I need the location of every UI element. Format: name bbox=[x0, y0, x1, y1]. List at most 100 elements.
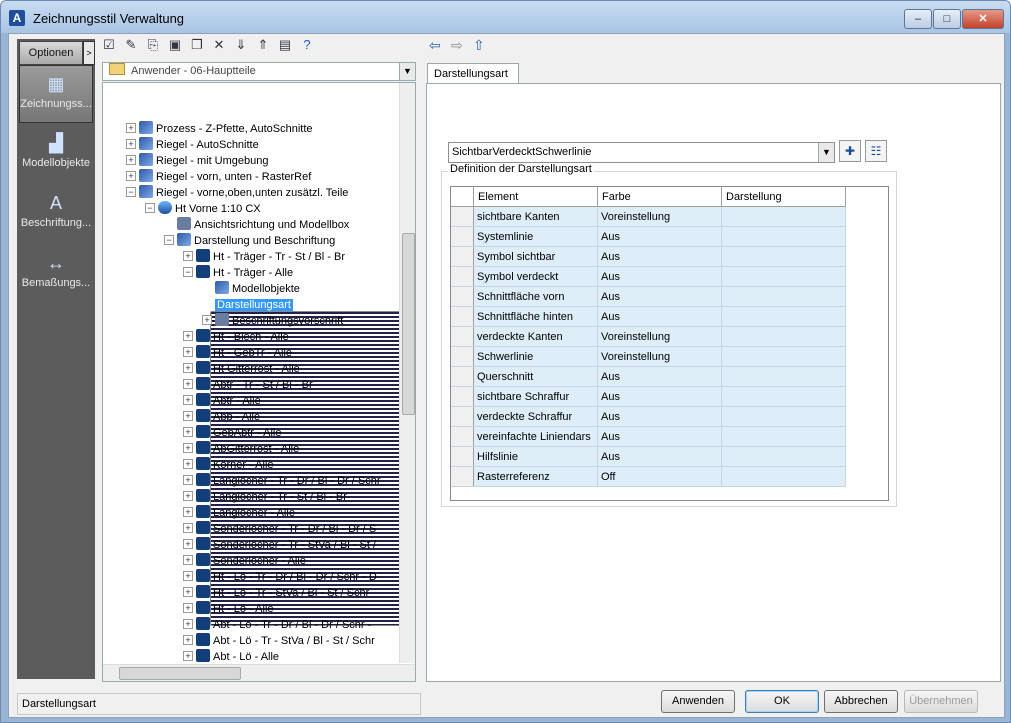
chevron-down-icon[interactable]: ▼ bbox=[399, 63, 415, 80]
color-cell[interactable]: Aus bbox=[597, 406, 722, 427]
table-row[interactable]: Querschnitt Aus bbox=[451, 366, 846, 387]
tree-horizontal-scrollbar[interactable] bbox=[103, 664, 415, 681]
element-cell[interactable]: Schnittfläche vorn bbox=[473, 286, 598, 307]
cancel-button[interactable]: Abbrechen bbox=[824, 690, 898, 713]
tree-node[interactable]: + Langlöcher - Tr - Dr / Bl - Dr / Schr bbox=[183, 473, 380, 489]
element-cell[interactable]: Schwerlinie bbox=[473, 346, 598, 367]
new-style-button[interactable]: ✚ bbox=[839, 140, 861, 162]
element-cell[interactable]: sichtbare Schraffur bbox=[473, 386, 598, 407]
element-cell[interactable]: Schnittfläche hinten bbox=[473, 306, 598, 327]
tree-node[interactable]: + Ht - Lö - Tr - Dr / Bl - Dr / Schr - D bbox=[183, 569, 377, 585]
expand-toggle-icon[interactable]: + bbox=[183, 379, 193, 389]
element-cell[interactable]: vereinfachte Liniendars bbox=[473, 426, 598, 447]
tree-node[interactable]: + Abt - Lö - Tr - StVa / Bl - St / Schr bbox=[183, 633, 375, 649]
export-icon[interactable]: ⇑ bbox=[255, 37, 271, 53]
expand-toggle-icon[interactable]: + bbox=[183, 571, 193, 581]
scrollbar-thumb[interactable] bbox=[119, 667, 241, 680]
collapse-toggle-icon[interactable]: − bbox=[126, 187, 136, 197]
table-row[interactable]: verdeckte Kanten Voreinstellung bbox=[451, 326, 846, 347]
edit-icon[interactable]: ✎ bbox=[123, 37, 139, 53]
ok-button[interactable]: OK bbox=[745, 690, 819, 713]
element-cell[interactable]: Hilfslinie bbox=[473, 446, 598, 467]
color-cell[interactable]: Aus bbox=[597, 226, 722, 247]
tree-node[interactable]: + Sonderlöcher - Tr - StVa / Bl - St / bbox=[183, 537, 376, 553]
forward-arrow-icon[interactable]: ⇨ bbox=[451, 37, 463, 53]
display-cell[interactable] bbox=[721, 426, 846, 447]
display-cell[interactable] bbox=[721, 366, 846, 387]
copy-icon[interactable]: ⎘ bbox=[145, 37, 161, 53]
purge-icon[interactable]: ▤ bbox=[277, 37, 293, 53]
tree-node[interactable]: + Langlöcher - Alle bbox=[183, 505, 295, 521]
tree-node[interactable]: + Ht - Lö - Alle bbox=[183, 601, 274, 617]
expand-toggle-icon[interactable]: + bbox=[183, 491, 193, 501]
tree-node[interactable]: + GebAbtr - Alle bbox=[183, 425, 281, 441]
display-cell[interactable] bbox=[721, 446, 846, 467]
tree-node[interactable]: + Prozess - Z-Pfette, AutoSchnitte bbox=[126, 121, 313, 137]
element-cell[interactable]: verdeckte Schraffur bbox=[473, 406, 598, 427]
color-cell[interactable]: Voreinstellung bbox=[597, 326, 722, 347]
row-selector[interactable] bbox=[451, 426, 474, 447]
tree-node[interactable]: + Ht - Blech - Alle bbox=[183, 329, 289, 345]
color-cell[interactable]: Off bbox=[597, 466, 722, 487]
display-cell[interactable] bbox=[721, 406, 846, 427]
expand-toggle-icon[interactable]: + bbox=[183, 443, 193, 453]
color-cell[interactable]: Voreinstellung bbox=[597, 346, 722, 367]
table-row[interactable]: verdeckte Schraffur Aus bbox=[451, 406, 846, 427]
expand-toggle-icon[interactable]: + bbox=[183, 347, 193, 357]
close-button[interactable]: ✕ bbox=[962, 9, 1004, 29]
row-selector[interactable] bbox=[451, 286, 474, 307]
tree-node[interactable]: + Langlöcher - Tr - St / Bl - Br bbox=[183, 489, 347, 505]
collapse-toggle-icon[interactable]: − bbox=[145, 203, 155, 213]
paste-icon[interactable]: ▣ bbox=[167, 37, 183, 53]
table-row[interactable]: Schnittfläche vorn Aus bbox=[451, 286, 846, 307]
expand-toggle-icon[interactable]: + bbox=[202, 315, 212, 325]
display-cell[interactable] bbox=[721, 346, 846, 367]
sidebar-item-beschriftung[interactable]: A Beschriftung... bbox=[19, 185, 93, 241]
maximize-button[interactable]: □ bbox=[933, 9, 961, 29]
expand-toggle-icon[interactable]: + bbox=[183, 507, 193, 517]
tree-node[interactable]: +Anker - Alle bbox=[183, 681, 269, 682]
tree-node[interactable]: − Ht Vorne 1:10 CX bbox=[145, 201, 261, 217]
collapse-toggle-icon[interactable]: − bbox=[164, 235, 174, 245]
expand-toggle-icon[interactable]: + bbox=[183, 635, 193, 645]
delete-icon[interactable]: ✕ bbox=[211, 37, 227, 53]
expand-toggle-icon[interactable]: + bbox=[183, 251, 193, 261]
tree-node[interactable]: + Ht - Träger - Tr - St / Bl - Br bbox=[183, 249, 345, 265]
row-selector[interactable] bbox=[451, 406, 474, 427]
display-cell[interactable] bbox=[721, 386, 846, 407]
row-selector[interactable] bbox=[451, 346, 474, 367]
element-cell[interactable]: Systemlinie bbox=[473, 226, 598, 247]
tree-node[interactable]: + Abb - Alle bbox=[183, 409, 260, 425]
display-cell[interactable] bbox=[721, 286, 846, 307]
edit-style-button[interactable]: ☷ bbox=[865, 140, 887, 162]
row-selector[interactable] bbox=[451, 446, 474, 467]
row-selector[interactable] bbox=[451, 206, 474, 227]
tree-node[interactable]: + Sonderlöcher - Alle bbox=[183, 553, 306, 569]
row-selector[interactable] bbox=[451, 366, 474, 387]
expand-toggle-icon[interactable]: + bbox=[183, 651, 193, 661]
tree-vertical-scrollbar[interactable] bbox=[399, 83, 415, 663]
library-select[interactable]: Anwender - 06-Hauptteile ▼ bbox=[102, 62, 416, 81]
tree-node[interactable]: Ansichtsrichtung und Modellbox bbox=[164, 217, 349, 233]
color-cell[interactable]: Aus bbox=[597, 246, 722, 267]
tree-node[interactable]: + Körner - Alle bbox=[183, 457, 274, 473]
apply-button[interactable]: Anwenden bbox=[661, 690, 735, 713]
expand-toggle-icon[interactable]: + bbox=[183, 603, 193, 613]
column-header-farbe[interactable]: Farbe bbox=[597, 187, 722, 207]
color-cell[interactable]: Aus bbox=[597, 426, 722, 447]
tree-node[interactable]: + Abt - Lö - Tr - Dr / Bl - Dr / Schr - bbox=[183, 617, 371, 633]
table-row[interactable]: vereinfachte Liniendars Aus bbox=[451, 426, 846, 447]
chevron-down-icon[interactable]: ▼ bbox=[818, 143, 834, 162]
expand-toggle-icon[interactable]: + bbox=[183, 427, 193, 437]
import-icon[interactable]: ⇓ bbox=[233, 37, 249, 53]
tab-darstellungsart[interactable]: Darstellungsart bbox=[427, 63, 519, 84]
color-cell[interactable]: Aus bbox=[597, 386, 722, 407]
expand-toggle-icon[interactable]: + bbox=[183, 587, 193, 597]
element-cell[interactable]: verdeckte Kanten bbox=[473, 326, 598, 347]
table-row[interactable]: Rasterreferenz Off bbox=[451, 466, 846, 487]
tree-node[interactable]: + Riegel - mit Umgebung bbox=[126, 153, 269, 169]
expand-toggle-icon[interactable]: + bbox=[183, 523, 193, 533]
tree-node[interactable]: + Beschriftungsvorschrift bbox=[202, 313, 343, 329]
help-icon[interactable]: ? bbox=[299, 37, 315, 53]
expand-toggle-icon[interactable]: + bbox=[183, 411, 193, 421]
